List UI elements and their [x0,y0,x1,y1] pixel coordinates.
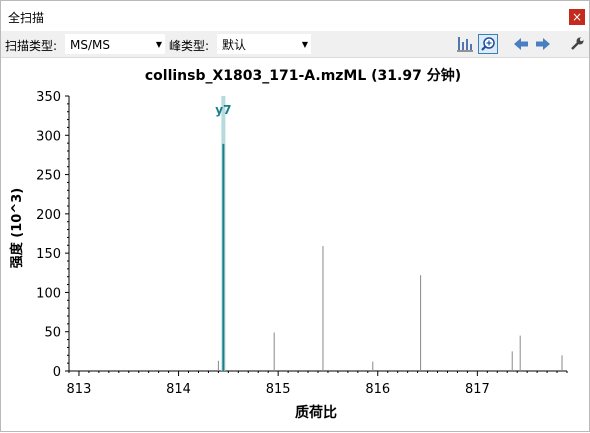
chevron-down-icon: ▼ [155,40,162,49]
y-tick-label: 200 [36,208,61,223]
bar-chart-button[interactable] [455,34,475,54]
window-title: 全扫描 [8,11,45,25]
x-tick-label: 814 [166,382,191,397]
y-tick-label: 0 [53,365,61,380]
close-button[interactable]: × [569,9,585,25]
spectrum-plot[interactable]: collinsb_X1803_171-A.mzML (31.97 分钟) 0 50… [1,58,589,430]
x-tick-label: 816 [365,382,390,397]
peak-type-value: 默认 [222,38,247,52]
y-axis-label: 强度 (10^3) [9,188,25,268]
settings-button[interactable] [567,34,587,54]
peak-type-label: 峰类型: [169,39,210,53]
forward-arrow-icon [536,38,550,50]
toolbar: 扫描类型: MS/MS ▼ 峰类型: 默认 ▼ [1,31,589,58]
peak-type-dropdown[interactable]: 默认 ▼ [217,34,311,54]
zoom-button[interactable] [478,34,498,54]
y-tick-label: 150 [36,247,61,262]
y-tick-label: 350 [36,90,61,105]
y-tick-label: 300 [36,129,61,144]
chevron-down-icon: ▼ [301,40,308,49]
spectrum-chart[interactable]: collinsb_X1803_171-A.mzML (31.97 分钟) 0 50… [1,58,589,430]
y-tick-label: 100 [36,286,61,301]
forward-button[interactable] [533,34,553,54]
full-scan-window: 全扫描 × 扫描类型: MS/MS ▼ 峰类型: 默认 ▼ collinsb_X… [0,0,590,432]
peaks-layer: y7 [123,96,563,371]
chart-title: collinsb_X1803_171-A.mzML (31.97 分钟) [145,67,461,84]
back-button[interactable] [511,34,531,54]
axes: 0 50 100 150 200 250 300 350 813 814 815 816 817 [36,90,568,397]
bar-chart-icon [457,37,473,52]
x-tick-label: 817 [465,382,490,397]
title-bar: 全扫描 × [1,1,589,31]
x-tick-label: 813 [67,382,92,397]
y-tick-label: 50 [44,326,61,341]
zoom-icon [481,37,495,51]
scan-type-value: MS/MS [70,38,110,52]
scan-type-dropdown[interactable]: MS/MS ▼ [65,34,165,54]
back-arrow-icon [514,38,528,50]
x-tick-label: 815 [266,382,291,397]
x-axis-label: 质荷比 [295,404,337,421]
settings-wrench-icon [571,37,584,50]
peak-annotation: y7 [215,103,231,117]
y-tick-label: 250 [36,169,61,184]
scan-type-label: 扫描类型: [5,39,58,53]
